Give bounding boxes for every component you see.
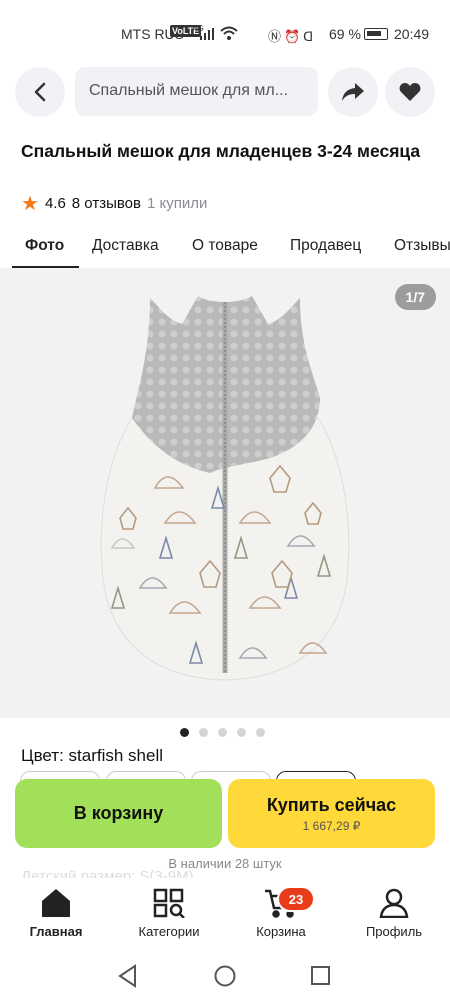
share-icon — [342, 83, 364, 101]
section-tabs: Фото Доставка О товаре Продавец Отзывы — [0, 237, 450, 267]
search-field[interactable]: Спальный мешок для мл... — [75, 67, 318, 116]
cart-badge: 23 — [277, 886, 315, 912]
product-title: Спальный мешок для младенцев 3-24 месяца — [21, 141, 421, 161]
chevron-left-icon — [34, 82, 46, 102]
rating-value: 4.6 — [44, 195, 66, 212]
favorite-button[interactable] — [385, 67, 435, 117]
system-home-icon[interactable] — [214, 965, 236, 987]
battery-icon — [364, 28, 388, 40]
battery-percent: 69 % — [329, 26, 361, 42]
tab-reviews[interactable]: Отзывы — [394, 237, 450, 255]
tab-about[interactable]: О товаре — [192, 237, 258, 255]
buy-now-label: Купить сейчас — [266, 795, 397, 815]
bottom-nav: Главная Категории Корзина Профиль — [0, 878, 450, 953]
nav-profile[interactable]: Профиль — [349, 888, 439, 939]
gallery-dot[interactable] — [256, 728, 265, 737]
tab-seller[interactable]: Продавец — [290, 237, 361, 255]
status-bar: MTS RUS VoLTE 4G Ⓝ⏰ᗡ 69 % 20:49 — [0, 0, 450, 64]
gallery-dot[interactable] — [218, 728, 227, 737]
signal-icon — [200, 28, 214, 40]
rating-row[interactable]: ★ 4.6 8 отзывов 1 купили — [21, 192, 208, 215]
back-button[interactable] — [15, 67, 65, 117]
heart-icon — [399, 83, 421, 101]
nav-home[interactable]: Главная — [11, 888, 101, 939]
nav-categories[interactable]: Категории — [124, 888, 214, 939]
share-button[interactable] — [328, 67, 378, 117]
wifi-icon — [220, 26, 238, 40]
status-icons: Ⓝ⏰ᗡ — [268, 29, 317, 44]
categories-icon — [153, 888, 185, 918]
gallery-dot[interactable] — [180, 728, 189, 737]
system-recents-icon[interactable] — [311, 966, 330, 985]
gallery-dot[interactable] — [199, 728, 208, 737]
reviews-link[interactable]: 8 отзывов — [72, 195, 141, 212]
profile-icon — [379, 888, 409, 918]
add-to-cart-button[interactable]: В корзину — [15, 779, 222, 848]
bought-count: 1 купили — [146, 195, 208, 212]
gallery-dot[interactable] — [237, 728, 246, 737]
tab-photo[interactable]: Фото — [25, 237, 64, 255]
color-label: Цвет: starfish shell — [21, 746, 164, 765]
home-icon — [42, 889, 70, 917]
product-gallery[interactable]: 1/7 — [0, 268, 450, 718]
star-icon: ★ — [21, 192, 39, 215]
buy-now-price: 1 667,29 ₽ — [302, 819, 361, 833]
tab-delivery[interactable]: Доставка — [92, 237, 159, 255]
buy-now-button[interactable]: Купить сейчас 1 667,29 ₽ — [228, 779, 435, 848]
gallery-dots — [180, 728, 265, 737]
product-image — [100, 296, 350, 681]
clock: 20:49 — [394, 26, 430, 42]
system-back-icon[interactable] — [118, 964, 136, 988]
system-nav-bar — [118, 964, 330, 988]
image-counter: 1/7 — [394, 284, 436, 310]
stock-count: В наличии 28 штук — [168, 856, 282, 871]
